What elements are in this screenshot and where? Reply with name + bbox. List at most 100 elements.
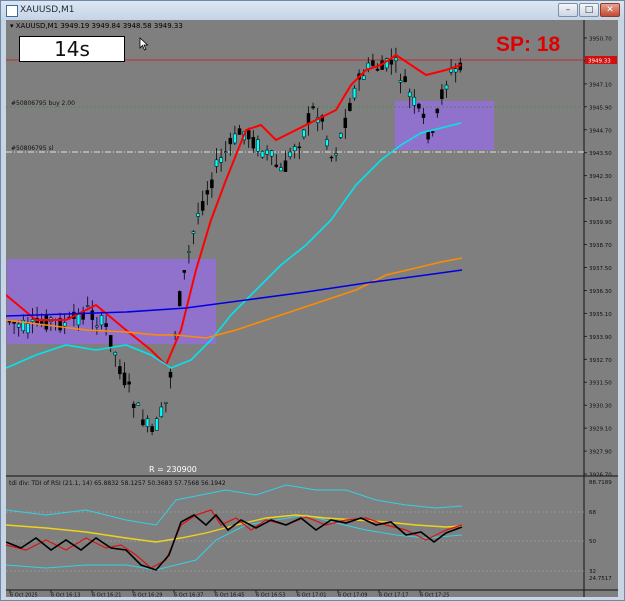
bullish-candle — [407, 91, 412, 97]
time-axis-label: 6 Oct 17:09 — [338, 593, 367, 598]
zone-rectangle-right — [395, 101, 494, 150]
bearish-candle — [421, 113, 426, 118]
tdi-rsi-price-line — [5, 513, 463, 571]
price-axis-label: 3932.70 — [589, 358, 612, 364]
bullish-candle — [394, 57, 398, 62]
bearish-candle — [12, 322, 16, 324]
title-bar[interactable]: XAUUSD,M1 – □ ✕ — [1, 1, 624, 21]
bearish-candle — [127, 381, 131, 385]
bearish-candle — [430, 131, 435, 133]
price-axis-label: 3936.30 — [589, 289, 612, 295]
range-label: R = 230900 — [149, 465, 197, 474]
bearish-candle — [283, 160, 288, 172]
time-axis-label: 6 Oct 17:25 — [420, 593, 449, 598]
spread-indicator: SP: 18 — [496, 33, 561, 56]
bullish-candle — [191, 231, 196, 234]
price-axis-label: 3927.90 — [589, 450, 612, 456]
bullish-candle — [95, 325, 99, 328]
bullish-candle — [288, 151, 292, 157]
bullish-candle — [99, 315, 104, 326]
bearish-candle — [371, 60, 375, 66]
chart-window-icon — [6, 5, 18, 17]
bullish-candle — [159, 406, 164, 417]
bullish-candle — [196, 213, 200, 217]
bearish-candle — [182, 270, 187, 273]
symbol-info-line: ▾ XAUUSD,M1 3949.19 3949.84 3948.58 3949… — [10, 22, 183, 30]
indicator-axis-label: 50 — [589, 539, 596, 545]
bearish-candle — [297, 146, 302, 149]
bearish-candle — [343, 117, 348, 129]
bullish-candle — [398, 80, 403, 83]
bearish-candle — [440, 89, 444, 99]
bearish-candle — [375, 68, 380, 71]
close-button[interactable]: ✕ — [600, 3, 620, 17]
bearish-candle — [403, 76, 407, 83]
bearish-candle — [417, 103, 421, 109]
bearish-candle — [39, 321, 44, 325]
bullish-candle — [233, 133, 237, 144]
time-axis-label: 6 Oct 16:29 — [133, 593, 162, 598]
bullish-candle — [412, 96, 417, 106]
bullish-candle — [26, 323, 30, 334]
bearish-candle — [44, 314, 49, 330]
bearish-candle — [246, 130, 251, 140]
bearish-candle — [131, 403, 136, 409]
price-axis-label: 3938.70 — [589, 243, 612, 249]
bearish-candle — [426, 131, 430, 140]
bearish-candle — [435, 108, 440, 114]
window-title: XAUUSD,M1 — [20, 5, 75, 15]
bearish-candle — [228, 137, 233, 145]
price-axis-label: 3929.10 — [589, 427, 612, 433]
price-axis-label: 3935.10 — [589, 312, 612, 318]
price-axis-label: 3941.10 — [589, 197, 612, 203]
time-axis-label: 6 Oct 16:13 — [51, 593, 80, 598]
time-axis-label: 6 Oct 17:17 — [379, 593, 408, 598]
bearish-candle — [311, 106, 315, 109]
bearish-candle — [389, 59, 394, 65]
maximize-button[interactable]: □ — [579, 3, 599, 17]
bearish-candle — [251, 137, 256, 149]
bullish-candle — [145, 418, 150, 427]
bullish-candle — [164, 401, 168, 404]
time-axis-label: 6 Oct 16:37 — [174, 593, 203, 598]
bullish-candle — [85, 305, 90, 307]
indicator-axis-label: 24.7517 — [589, 576, 612, 582]
bearish-candle — [108, 335, 113, 349]
bullish-candle — [256, 139, 260, 152]
bullish-candle — [30, 319, 35, 322]
buy-order-label: #50806795 buy 2.00 — [11, 100, 75, 107]
bearish-candle — [118, 366, 122, 375]
bullish-candle — [16, 323, 21, 328]
bearish-candle — [150, 426, 154, 432]
bearish-candle — [237, 128, 242, 135]
bullish-candle — [325, 139, 329, 147]
bullish-candle — [219, 157, 223, 163]
bearish-candle — [348, 102, 352, 111]
bullish-candle — [279, 167, 283, 172]
time-axis-label: 6 Oct 2025 — [10, 593, 38, 598]
time-axis-label: 6 Oct 16:53 — [256, 593, 285, 598]
time-axis-label: 6 Oct 17:01 — [297, 593, 326, 598]
time-axis-label: 6 Oct 16:21 — [92, 593, 121, 598]
bearish-candle — [168, 371, 173, 378]
price-axis-label: 3947.10 — [589, 82, 612, 88]
bullish-candle — [223, 151, 228, 153]
bearish-candle — [177, 291, 182, 307]
bullish-candle — [366, 62, 371, 69]
indicator-axis-label: 88.7189 — [589, 480, 612, 486]
indicator-title: tdi div: TDI of RSI (21.1, 14) 65.8832 5… — [9, 480, 226, 487]
bullish-candle — [265, 149, 269, 155]
bullish-candle — [154, 418, 159, 431]
price-chart[interactable]: 3950.703948.763947.103945.903944.703943.… — [5, 20, 618, 599]
chart-canvas[interactable]: 3950.703948.763947.103945.903944.703943.… — [5, 20, 618, 599]
current-price-tag-text: 3949.33 — [588, 58, 611, 64]
candle-countdown: 14s — [19, 36, 125, 62]
bearish-candle — [122, 372, 127, 386]
minimize-button[interactable]: – — [558, 3, 578, 17]
mouse-cursor-icon — [139, 37, 149, 51]
price-axis-label: 3950.70 — [589, 37, 612, 43]
bullish-candle — [334, 153, 338, 156]
bullish-candle — [136, 402, 141, 406]
bearish-candle — [274, 164, 279, 167]
bullish-candle — [292, 146, 297, 152]
